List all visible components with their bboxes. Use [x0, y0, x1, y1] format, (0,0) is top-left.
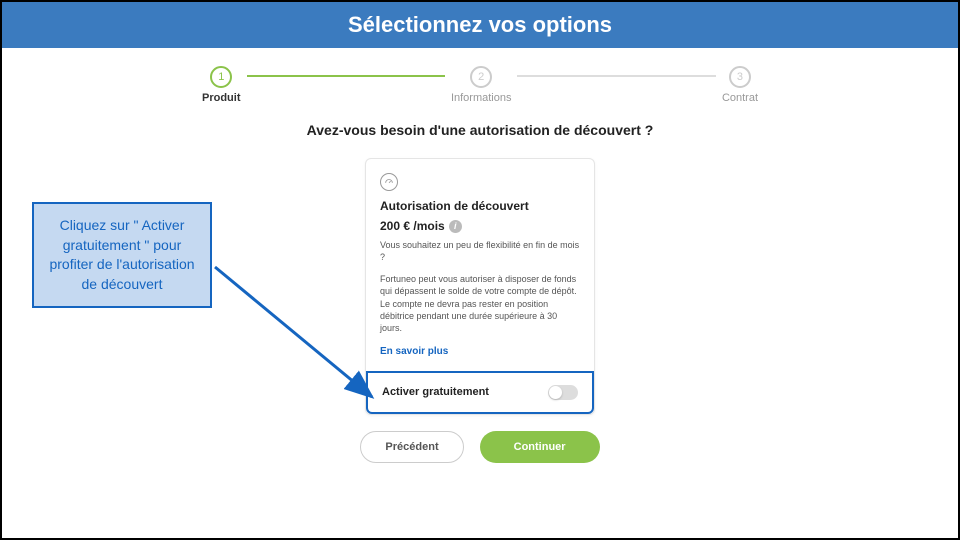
toggle-knob — [549, 386, 562, 399]
speed-icon — [380, 173, 398, 191]
price-value: 200 € /mois — [380, 219, 445, 233]
card-description: Fortuneo peut vous autoriser à disposer … — [380, 273, 580, 334]
step-contrat: 3 Contrat — [722, 66, 758, 104]
callout-text: Cliquez sur " Activer gratuitement " pou… — [49, 217, 194, 292]
step-circle-3: 3 — [729, 66, 751, 88]
step-produit: 1 Produit — [202, 66, 241, 104]
activate-toggle-row[interactable]: Activer gratuitement — [366, 371, 594, 414]
nav-buttons: Précédent Continuer — [2, 431, 958, 463]
instruction-callout: Cliquez sur " Activer gratuitement " pou… — [32, 202, 212, 308]
step-circle-2: 2 — [470, 66, 492, 88]
question-heading: Avez-vous besoin d'une autorisation de d… — [2, 122, 958, 138]
connector-1 — [247, 75, 445, 77]
step-label-3: Contrat — [722, 92, 758, 104]
page-title-bar: Sélectionnez vos options — [2, 2, 958, 48]
step-circle-1: 1 — [210, 66, 232, 88]
continue-button[interactable]: Continuer — [480, 431, 600, 463]
connector-2 — [517, 75, 715, 77]
page-title: Sélectionnez vos options — [348, 12, 612, 37]
activate-toggle[interactable] — [548, 385, 578, 400]
stepper: 1 Produit 2 Informations 3 Contrat — [2, 66, 958, 104]
step-informations: 2 Informations — [451, 66, 512, 104]
overdraft-card: Autorisation de découvert 200 € /mois i … — [365, 158, 595, 415]
card-subtext: Vous souhaitez un peu de flexibilité en … — [380, 239, 580, 263]
card-title: Autorisation de découvert — [380, 199, 580, 213]
step-label-1: Produit — [202, 92, 241, 104]
step-label-2: Informations — [451, 92, 512, 104]
toggle-label: Activer gratuitement — [382, 386, 489, 398]
previous-button[interactable]: Précédent — [360, 431, 463, 463]
info-icon[interactable]: i — [449, 220, 462, 233]
card-price: 200 € /mois i — [380, 219, 462, 233]
learn-more-link[interactable]: En savoir plus — [380, 346, 580, 357]
